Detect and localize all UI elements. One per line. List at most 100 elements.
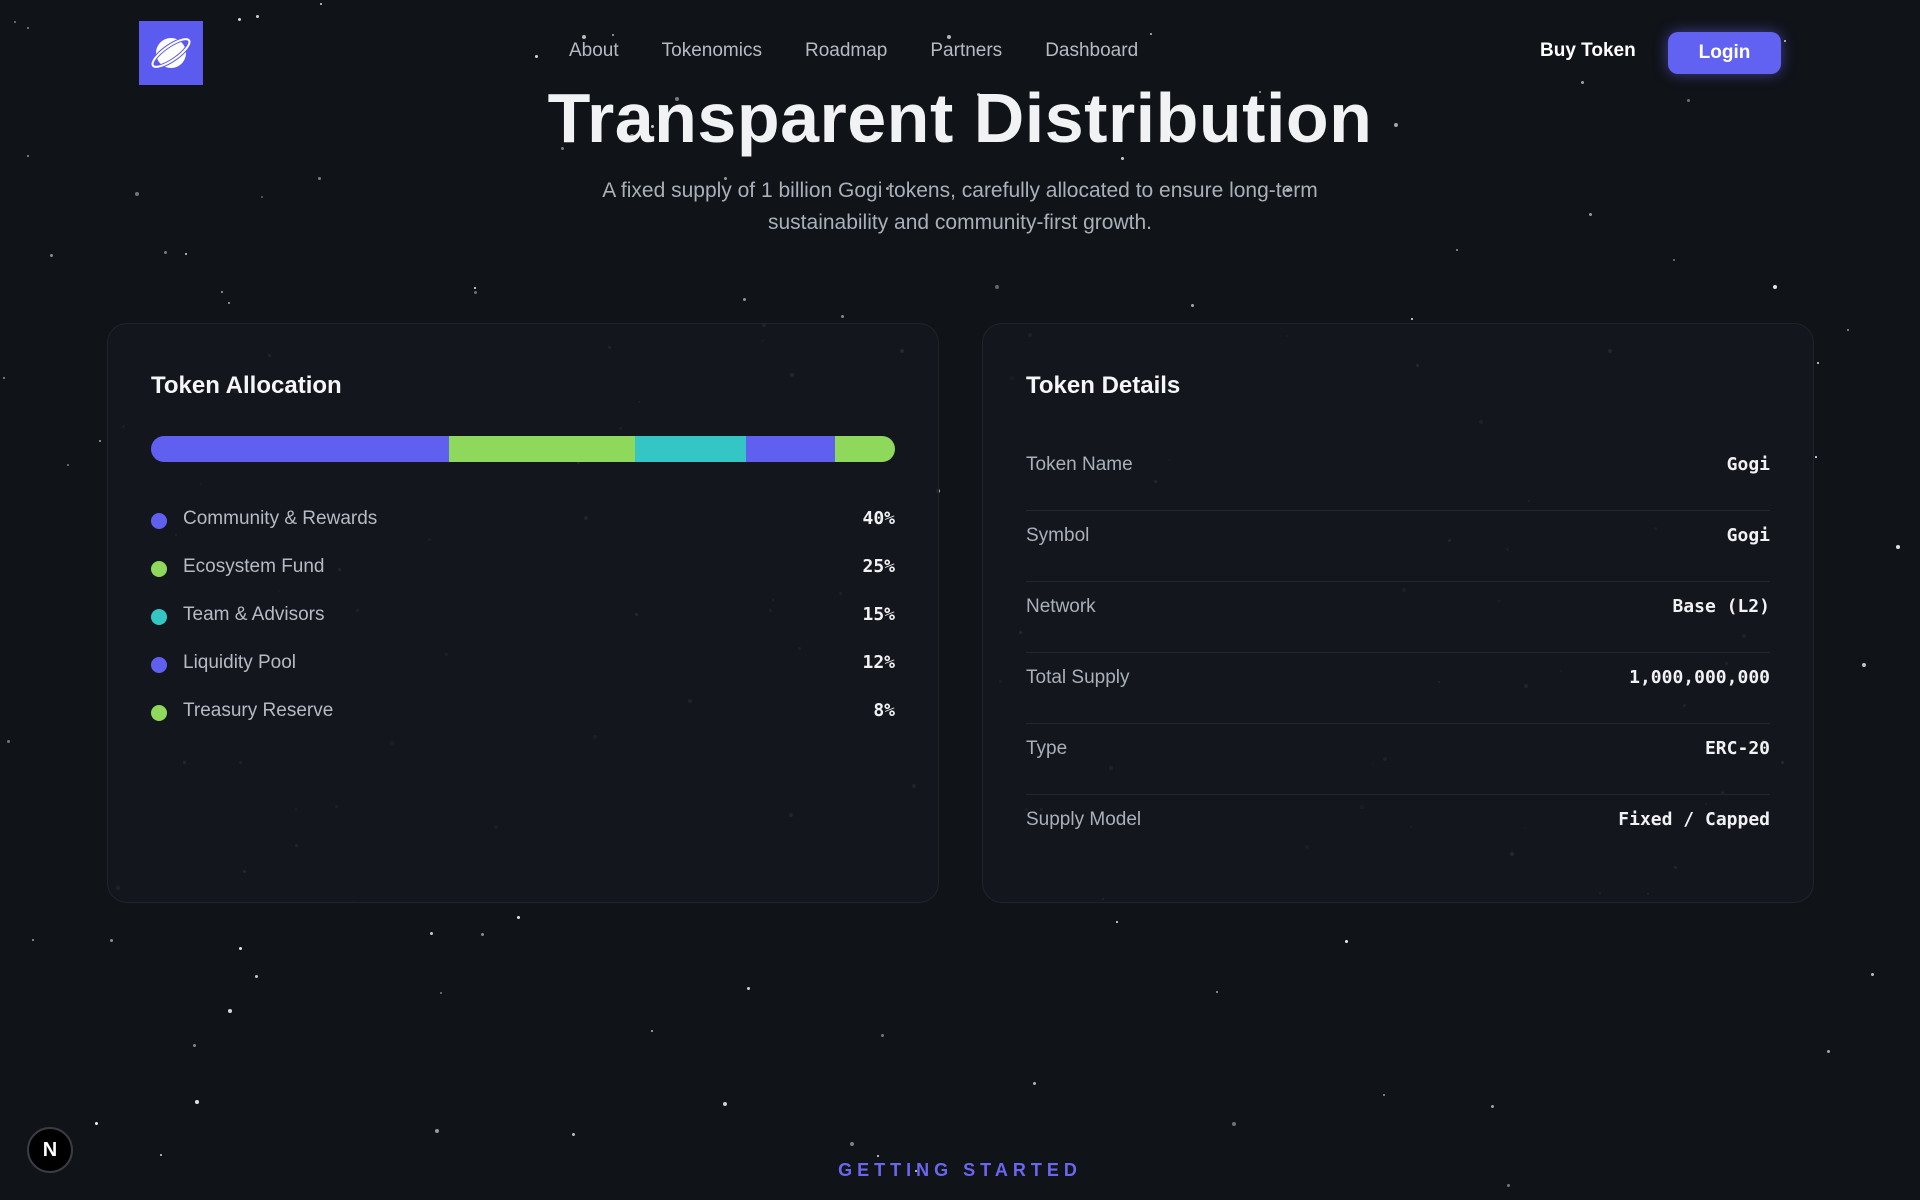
detail-value: Fixed / Capped [1618, 809, 1770, 830]
page-subtitle: A fixed supply of 1 billion Gogi tokens,… [602, 179, 1318, 234]
detail-row-type: Type ERC-20 [1026, 724, 1770, 795]
legend-label: Ecosystem Fund [183, 556, 325, 577]
star [1345, 940, 1348, 943]
legend-dot [151, 609, 167, 625]
star [32, 939, 34, 941]
nav-links: About Tokenomics Roadmap Partners Dashbo… [569, 40, 1138, 62]
star [430, 932, 433, 935]
star [318, 177, 321, 180]
login-button[interactable]: Login [1668, 32, 1781, 74]
allocation-segment-community [151, 436, 449, 462]
star [1862, 663, 1866, 667]
star [1191, 304, 1194, 307]
detail-value: ERC-20 [1704, 738, 1770, 759]
star [572, 1133, 575, 1136]
detail-value: 1,000,000,000 [1629, 667, 1770, 688]
buy-token-button[interactable]: Buy Token [1540, 40, 1636, 62]
star [1033, 1082, 1036, 1085]
star [850, 1142, 854, 1146]
legend-item: Liquidity Pool 12% [151, 650, 895, 698]
star [164, 251, 167, 254]
star [440, 992, 442, 994]
legend-item: Team & Advisors 15% [151, 602, 895, 650]
star [474, 291, 477, 294]
nav-link-roadmap[interactable]: Roadmap [805, 40, 887, 62]
legend-dot [151, 513, 167, 529]
allocation-legend: Community & Rewards 40% Ecosystem Fund 2… [151, 506, 895, 746]
nav-link-tokenomics[interactable]: Tokenomics [662, 40, 762, 62]
details-title: Token Details [1026, 372, 1181, 399]
allocation-segment-ecosystem [448, 436, 635, 462]
star [1491, 1105, 1494, 1108]
nav-link-dashboard[interactable]: Dashboard [1045, 40, 1138, 62]
star [651, 1030, 653, 1032]
star [1589, 213, 1592, 216]
details-list: Token Name Gogi Symbol Gogi Network Base… [1026, 440, 1770, 866]
star [1847, 329, 1849, 331]
detail-row-total-supply: Total Supply 1,000,000,000 [1026, 653, 1770, 724]
star [1116, 921, 1118, 923]
star [95, 1122, 98, 1125]
star [1507, 1184, 1510, 1187]
star [261, 196, 263, 198]
detail-label: Symbol [1026, 525, 1090, 546]
star [255, 975, 258, 978]
legend-percent: 40% [862, 508, 895, 529]
legend-percent: 25% [862, 556, 895, 577]
allocation-segment-team [634, 436, 747, 462]
star [881, 1034, 884, 1037]
logo[interactable] [139, 21, 203, 85]
star [841, 315, 844, 318]
detail-row-token-name: Token Name Gogi [1026, 440, 1770, 511]
detail-value: Base (L2) [1672, 596, 1770, 617]
star [723, 1102, 727, 1106]
star [1232, 1122, 1236, 1126]
detail-value: Gogi [1726, 525, 1770, 546]
detail-value: Gogi [1726, 454, 1770, 475]
star [1673, 259, 1675, 261]
token-allocation-card: Token Allocation Community & Rewards 40%… [107, 323, 939, 903]
star [195, 1100, 199, 1104]
legend-item: Community & Rewards 40% [151, 506, 895, 554]
star [239, 947, 242, 950]
allocation-segment-liquidity [746, 436, 836, 462]
detail-row-symbol: Symbol Gogi [1026, 511, 1770, 582]
legend-label: Team & Advisors [183, 604, 325, 625]
allocation-segment-treasury [835, 436, 895, 462]
legend-dot [151, 705, 167, 721]
legend-item: Ecosystem Fund 25% [151, 554, 895, 602]
star [99, 440, 101, 442]
allocation-bar [151, 436, 895, 462]
nav-link-partners[interactable]: Partners [930, 40, 1002, 62]
legend-label: Community & Rewards [183, 508, 378, 529]
top-navigation: About Tokenomics Roadmap Partners Dashbo… [0, 0, 1920, 106]
star [193, 1044, 196, 1047]
star [7, 740, 10, 743]
next-js-badge[interactable]: N [27, 1127, 73, 1173]
star [1815, 456, 1817, 458]
legend-dot [151, 561, 167, 577]
star [110, 939, 113, 942]
detail-label: Type [1026, 738, 1068, 759]
star [474, 287, 476, 289]
star [1456, 249, 1458, 251]
star [228, 302, 230, 304]
star [747, 987, 750, 990]
legend-item: Treasury Reserve 8% [151, 698, 895, 746]
star [1411, 318, 1413, 320]
star [185, 253, 187, 255]
legend-dot [151, 657, 167, 673]
legend-label: Liquidity Pool [183, 652, 297, 673]
star [3, 377, 5, 379]
getting-started-label: GETTING STARTED [838, 1160, 1082, 1180]
star [481, 933, 484, 936]
detail-row-supply-model: Supply Model Fixed / Capped [1026, 795, 1770, 866]
legend-label: Treasury Reserve [183, 700, 334, 721]
star [1896, 545, 1900, 549]
star [1383, 1094, 1385, 1096]
star [517, 916, 520, 919]
legend-percent: 12% [862, 652, 895, 673]
star [743, 298, 746, 301]
star [1216, 991, 1218, 993]
nav-link-about[interactable]: About [569, 40, 619, 62]
